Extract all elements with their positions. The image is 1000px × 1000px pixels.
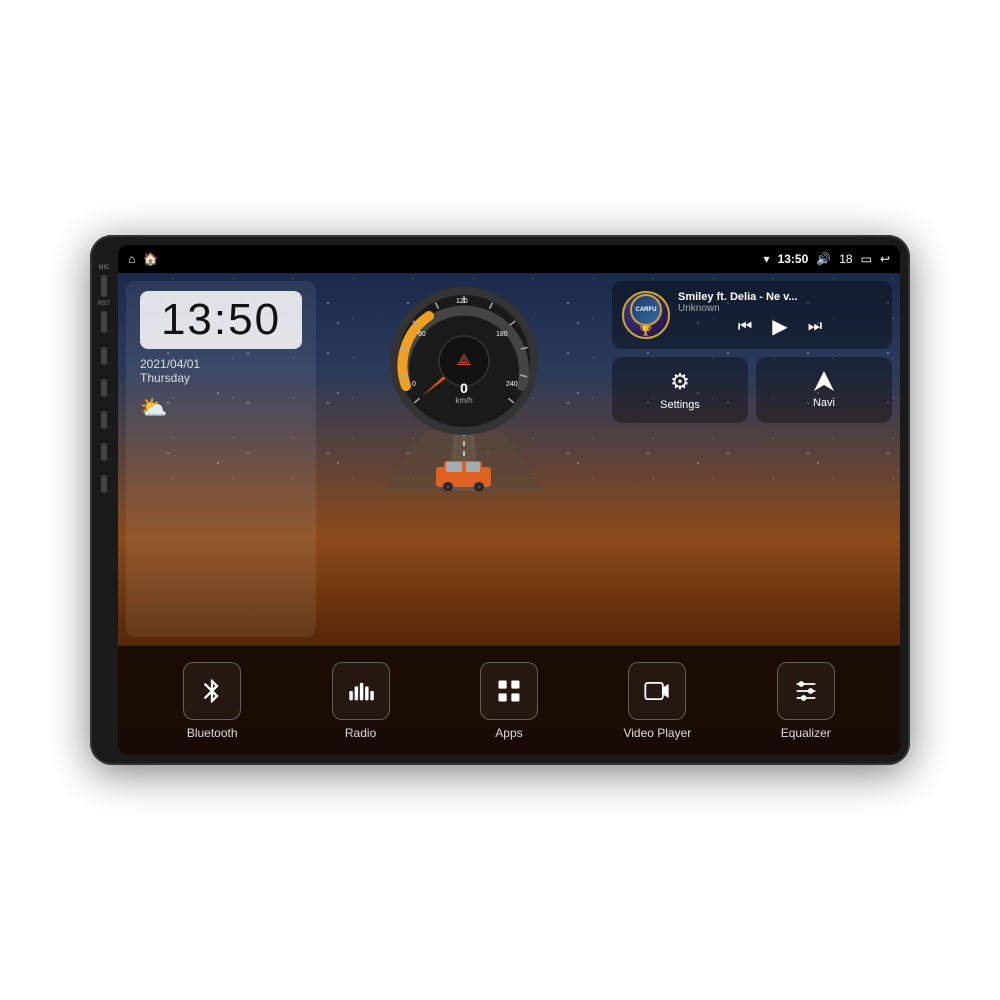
navi-label: Navi <box>813 397 835 409</box>
music-next-button[interactable]: ⏭ <box>808 318 822 336</box>
apps-icon-box <box>480 662 538 720</box>
apps-app-item[interactable]: Apps <box>454 662 564 740</box>
carfu-logo: CARFU <box>630 294 662 326</box>
settings-label: Settings <box>660 399 700 411</box>
equalizer-icon-box <box>777 662 835 720</box>
wifi-icon: ▾ <box>764 252 770 266</box>
svg-text:180: 180 <box>496 331 508 338</box>
main-content: 13:50 2021/04/01 Thursday ⛅ <box>118 273 900 755</box>
side-btn-power[interactable] <box>101 347 107 365</box>
music-controls: ⏮ ▶ ⏭ <box>678 314 882 339</box>
navi-icon <box>812 369 836 393</box>
bluetooth-label: Bluetooth <box>187 726 238 740</box>
weather-widget: ⛅ <box>140 395 167 421</box>
video-app-item[interactable]: Video Player <box>602 662 712 740</box>
speedometer: 0 60 120 180 240 <box>384 281 544 441</box>
radio-icon-box <box>332 662 390 720</box>
home-icon[interactable]: ⌂ <box>128 252 135 266</box>
svg-text:240: 240 <box>506 381 518 388</box>
apps-icon <box>495 677 523 705</box>
side-btn-vol-down[interactable] <box>101 475 107 493</box>
navi-button[interactable]: Navi <box>756 357 892 423</box>
side-btn-rst[interactable] <box>101 311 107 333</box>
svg-text:km/h: km/h <box>455 396 472 405</box>
speedometer-widget: 0 60 120 180 240 <box>324 281 604 637</box>
side-btn-back[interactable] <box>101 411 107 429</box>
status-time: 13:50 <box>778 252 809 266</box>
clock-widget: 13:50 2021/04/01 Thursday ⛅ <box>126 281 316 637</box>
equalizer-icon <box>792 677 820 705</box>
svg-text:120: 120 <box>456 298 468 305</box>
music-artist: Unknown <box>678 303 882 314</box>
music-play-button[interactable]: ▶ <box>772 314 787 339</box>
right-panel: CARFU 🏆 Smiley ft. Delia - Ne v... Unkno… <box>612 281 892 637</box>
battery-icon: ▭ <box>861 252 872 266</box>
equalizer-label: Equalizer <box>781 726 831 740</box>
music-title: Smiley ft. Delia - Ne v... <box>678 291 882 303</box>
music-album-art: CARFU 🏆 <box>622 291 670 339</box>
bluetooth-app-item[interactable]: Bluetooth <box>157 662 267 740</box>
speedometer-svg: 0 60 120 180 240 <box>384 281 544 441</box>
mic-label: MIC <box>99 265 110 271</box>
settings-icon: ⚙ <box>670 369 690 395</box>
side-btn-home[interactable] <box>101 379 107 397</box>
car-head-unit: MIC RST ⌂ 🏠 ▾ 13:50 🔊 18 ▭ ↩ <box>90 235 910 765</box>
svg-text:⟁: ⟁ <box>457 352 471 369</box>
video-icon-box <box>628 662 686 720</box>
bluetooth-icon-box <box>183 662 241 720</box>
video-icon <box>643 677 671 705</box>
side-buttons-panel: MIC RST <box>90 245 118 755</box>
volume-level: 18 <box>839 252 852 266</box>
clock-day: Thursday <box>140 371 190 385</box>
side-btn-mic[interactable] <box>101 275 107 297</box>
radio-icon <box>347 677 375 705</box>
side-btn-vol-up[interactable] <box>101 443 107 461</box>
clock-date: 2021/04/01 <box>140 357 200 371</box>
music-info: Smiley ft. Delia - Ne v... Unknown ⏮ ▶ ⏭ <box>678 291 882 339</box>
weather-icon: ⛅ <box>140 395 167 421</box>
music-widget: CARFU 🏆 Smiley ft. Delia - Ne v... Unkno… <box>612 281 892 349</box>
bluetooth-icon <box>198 677 226 705</box>
svg-text:0: 0 <box>412 381 416 388</box>
apps-label: Apps <box>495 726 522 740</box>
volume-icon: 🔊 <box>816 252 831 266</box>
svg-text:0: 0 <box>460 380 468 396</box>
home2-icon[interactable]: 🏠 <box>143 252 158 266</box>
trophy-icon: 🏆 <box>640 326 652 337</box>
screen: ⌂ 🏠 ▾ 13:50 🔊 18 ▭ ↩ 13:50 2021/04/01 <box>118 245 900 755</box>
back-button[interactable]: ↩ <box>880 252 890 266</box>
radio-label: Radio <box>345 726 376 740</box>
status-bar: ⌂ 🏠 ▾ 13:50 🔊 18 ▭ ↩ <box>118 245 900 273</box>
svg-text:60: 60 <box>418 331 426 338</box>
clock-display: 13:50 <box>140 291 302 349</box>
radio-app-item[interactable]: Radio <box>306 662 416 740</box>
equalizer-app-item[interactable]: Equalizer <box>751 662 861 740</box>
video-label: Video Player <box>623 726 691 740</box>
music-prev-button[interactable]: ⏮ <box>738 318 752 336</box>
settings-button[interactable]: ⚙ Settings <box>612 357 748 423</box>
quick-action-buttons: ⚙ Settings Navi <box>612 357 892 423</box>
bottom-app-bar: Bluetooth Radio <box>118 645 900 755</box>
rst-label: RST <box>98 301 110 307</box>
